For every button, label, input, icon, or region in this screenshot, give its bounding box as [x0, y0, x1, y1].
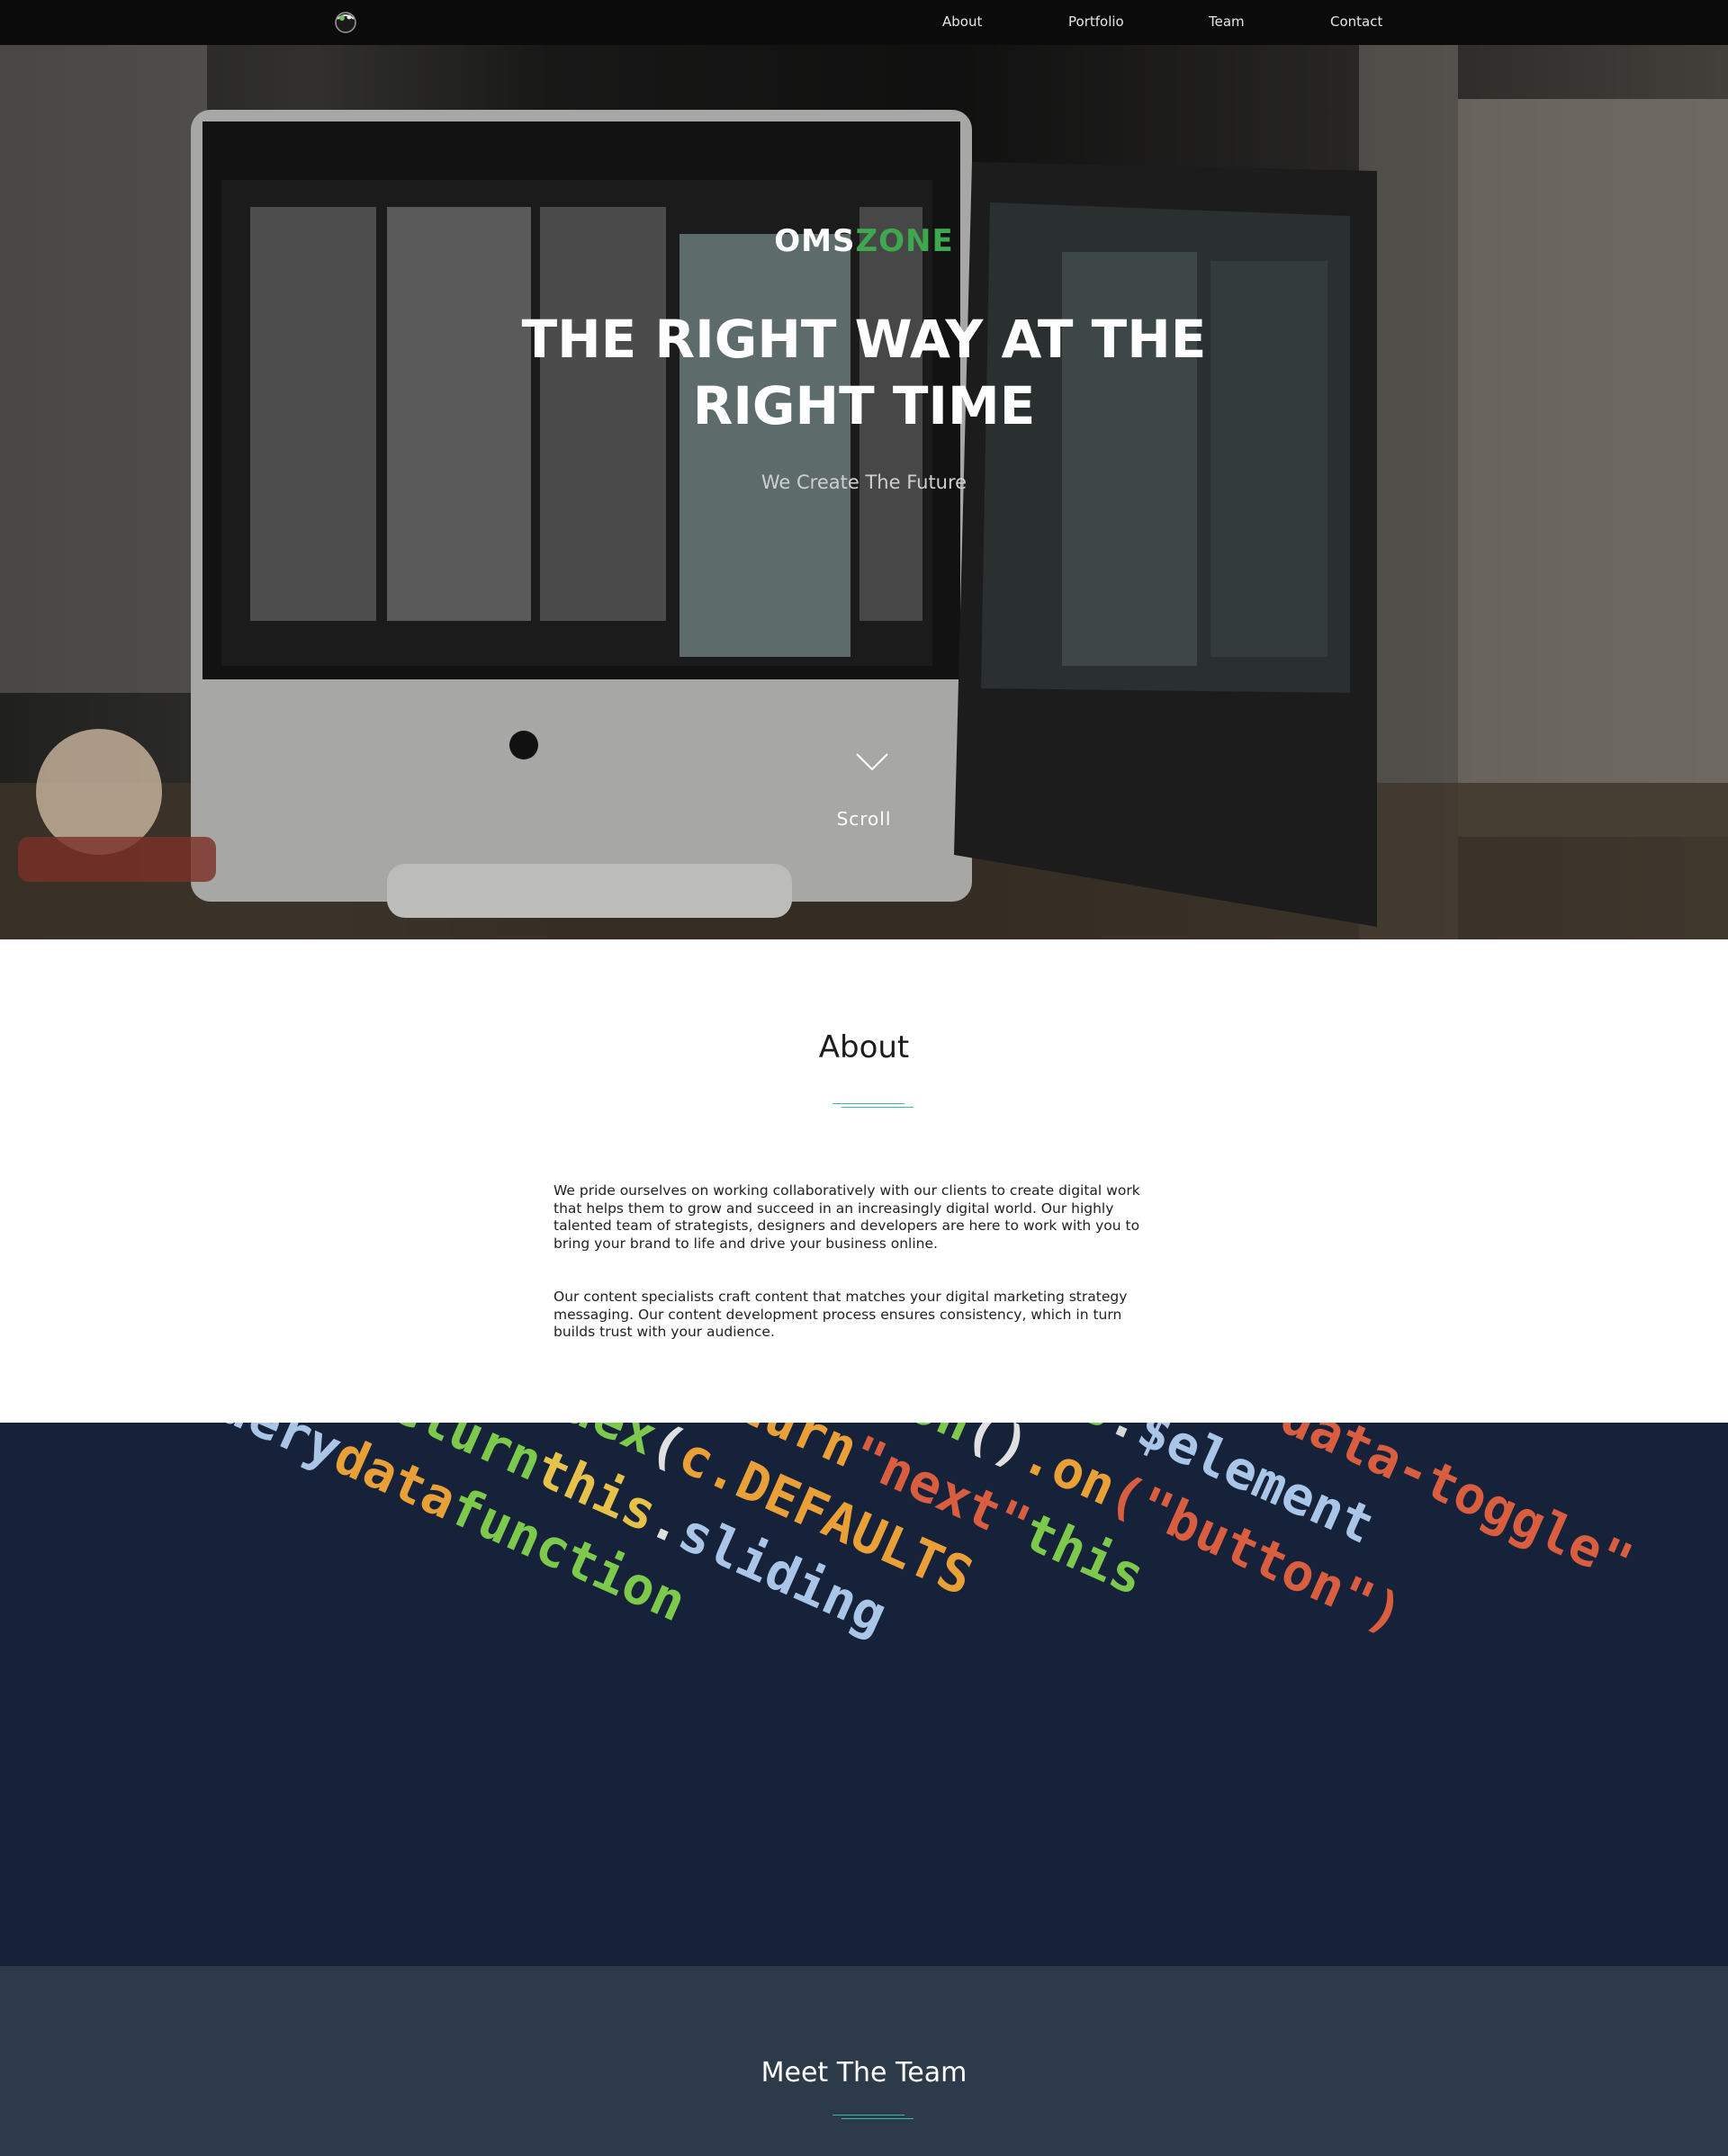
team-title: Meet The Team [760, 2057, 968, 2089]
team-section: Meet The Team [0, 1966, 1728, 2156]
scroll-button[interactable]: Scroll [0, 808, 1728, 830]
nav-link-team[interactable]: Team [1209, 13, 1245, 30]
brand-name-part-white: OMS [774, 223, 856, 259]
hero-section: OMSZONE THE RIGHT WAY AT THE RIGHT TIME … [0, 45, 1728, 939]
chevron-down-icon[interactable] [855, 752, 889, 772]
top-navbar: About Portfolio Team Contact [0, 0, 1728, 45]
nav-link-contact[interactable]: Contact [1330, 13, 1382, 30]
brand-name-part-green: ZONE [855, 223, 954, 259]
hero-headline: THE RIGHT WAY AT THE RIGHT TIME [521, 309, 1207, 436]
about-section: About We pride ourselves on working coll… [0, 939, 1728, 1423]
about-title: About [818, 1029, 910, 1065]
nav-link-about[interactable]: About [942, 13, 982, 30]
nav-link-portfolio[interactable]: Portfolio [1068, 13, 1124, 30]
section-divider [832, 1103, 914, 1109]
hero-tagline: We Create The Future [760, 472, 968, 493]
code-image-banner: "wrap":this.proxy(this.options),"object"… [0, 1423, 1728, 1966]
section-divider [832, 2115, 914, 2120]
about-paragraph: Our content specialists craft content th… [554, 1289, 1128, 1340]
brand-logo-text: OMSZONE [0, 223, 1728, 259]
planet-logo-icon[interactable] [331, 7, 360, 36]
about-paragraph: We pride ourselves on working collaborat… [554, 1182, 1140, 1252]
code-background-image: "wrap":this.proxy(this.options),"object"… [153, 1423, 1642, 1647]
